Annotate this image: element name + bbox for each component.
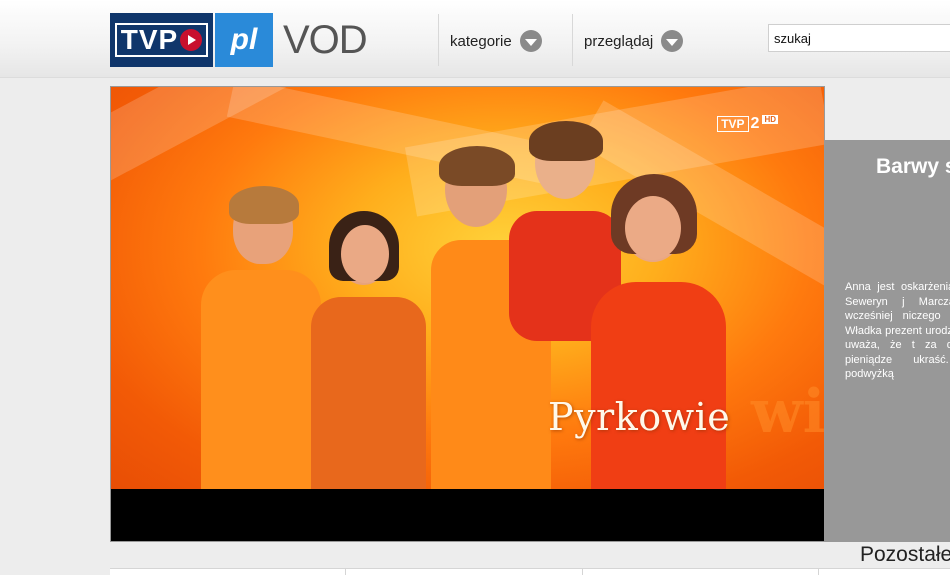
channel-logo-name: TVP — [717, 116, 749, 132]
background-word: wie — [751, 377, 825, 447]
episode-list-strip — [110, 568, 950, 575]
nav-divider — [572, 14, 573, 66]
nav-kategorie[interactable]: kategorie — [450, 28, 542, 54]
search-input[interactable] — [768, 24, 950, 52]
chevron-down-icon — [519, 30, 542, 52]
episode-description: Anna jest oskarżeniami Wies że Seweryn j… — [845, 281, 950, 380]
strip-divider — [818, 569, 819, 575]
chevron-down-icon — [661, 30, 684, 52]
channel-logo-badge: HD — [762, 115, 778, 124]
person-figure — [581, 174, 751, 489]
tvp-logo-block: TVP — [110, 13, 213, 67]
video-frame[interactable]: wie TVP 2 — [111, 87, 825, 489]
strip-divider — [345, 569, 346, 575]
nav-kategorie-label: kategorie — [450, 32, 512, 50]
nav-divider — [438, 14, 439, 66]
show-title-caption: Pyrkowie — [548, 395, 731, 439]
nav-przegladaj-label: przeglądaj — [584, 32, 654, 50]
play-icon — [180, 29, 203, 51]
channel-logo-number: 2 — [750, 115, 760, 132]
pl-logo-text: pl — [215, 13, 273, 67]
video-player[interactable]: wie TVP 2 — [110, 86, 825, 542]
nav-przegladaj[interactable]: przeglądaj — [584, 28, 684, 54]
site-header: TVP pl VOD kategorie przeglądaj — [0, 0, 950, 78]
strip-divider — [582, 569, 583, 575]
more-episodes-heading: Pozostałe — [860, 543, 950, 566]
episode-title: Barwy s — [876, 155, 950, 178]
person-figure — [191, 186, 326, 489]
tvp-vod-logo[interactable]: TVP pl VOD — [110, 13, 368, 67]
episode-info-panel: Barwy s Anna jest oskarżeniami Wies że S… — [825, 140, 950, 542]
person-figure — [311, 211, 426, 489]
vod-logo-text: VOD — [283, 17, 368, 62]
channel-logo: TVP 2 HD — [717, 115, 778, 133]
tvp-logo-text: TVP — [120, 24, 179, 55]
